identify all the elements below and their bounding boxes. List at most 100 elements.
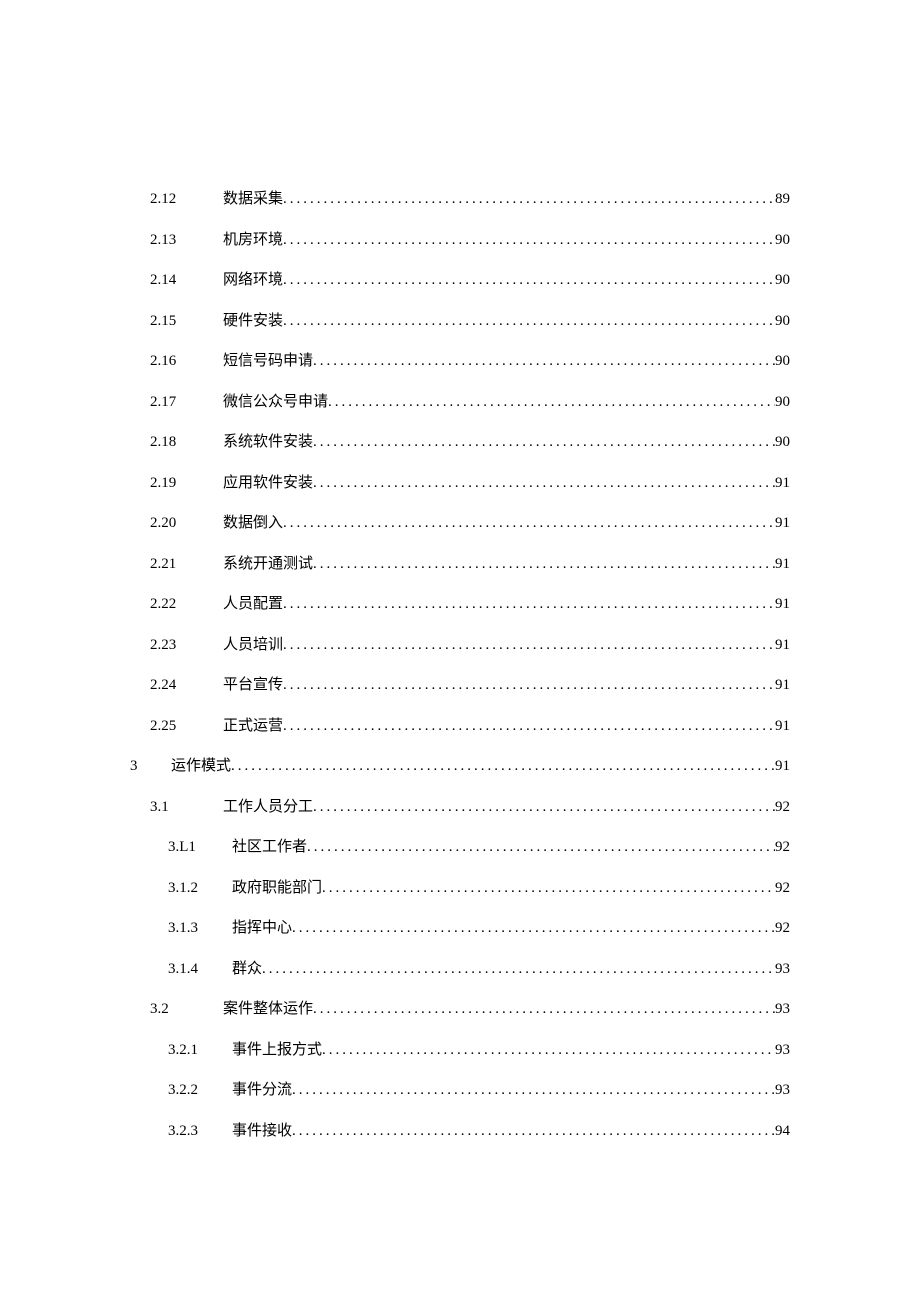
toc-page-number: 93 bbox=[775, 1041, 790, 1059]
toc-number: 3.1.3 bbox=[168, 919, 224, 937]
toc-number: 3.2 bbox=[150, 1000, 198, 1018]
toc-leader-dots bbox=[292, 1122, 775, 1140]
toc-number: 3.1.4 bbox=[168, 960, 224, 978]
toc-leader-dots bbox=[262, 960, 775, 978]
toc-page-number: 92 bbox=[775, 919, 790, 937]
toc-page-number: 91 bbox=[775, 555, 790, 573]
toc-number: 2.24 bbox=[150, 676, 198, 694]
toc-entry: 3.L1 社区工作者 92 bbox=[130, 838, 790, 856]
toc-page-number: 92 bbox=[775, 879, 790, 897]
toc-page-number: 90 bbox=[775, 352, 790, 370]
toc-title: 应用软件安装 bbox=[223, 474, 313, 492]
toc-title: 事件上报方式 bbox=[232, 1041, 322, 1059]
toc-page-number: 91 bbox=[775, 676, 790, 694]
toc-page-number: 91 bbox=[775, 717, 790, 735]
toc-leader-dots bbox=[322, 879, 775, 897]
toc-title: 社区工作者 bbox=[232, 838, 307, 856]
toc-number: 3.1.2 bbox=[168, 879, 224, 897]
toc-page-number: 91 bbox=[775, 757, 790, 775]
toc-page-number: 90 bbox=[775, 312, 790, 330]
toc-leader-dots bbox=[283, 271, 775, 289]
toc-number: 3 bbox=[130, 757, 155, 775]
toc-number: 3.2.1 bbox=[168, 1041, 224, 1059]
toc-title: 正式运营 bbox=[223, 717, 283, 735]
table-of-contents: 2.12数据采集892.13机房环境902.14网络环境902.15硬件安装90… bbox=[130, 190, 790, 1140]
toc-title: 数据采集 bbox=[223, 190, 283, 208]
toc-entry: 2.12 数据采集 89 bbox=[130, 190, 790, 208]
toc-number: 2.12 bbox=[150, 190, 198, 208]
toc-page-number: 91 bbox=[775, 595, 790, 613]
toc-page-number: 89 bbox=[775, 190, 790, 208]
toc-entry: 3.2.2事件分流93 bbox=[130, 1081, 790, 1099]
toc-leader-dots bbox=[283, 676, 775, 694]
toc-title: 案件整体运作 bbox=[223, 1000, 313, 1018]
toc-page-number: 92 bbox=[775, 838, 790, 856]
toc-page-number: 90 bbox=[775, 231, 790, 249]
toc-number: 2.23 bbox=[150, 636, 198, 654]
toc-leader-dots bbox=[328, 393, 775, 411]
toc-title: 政府职能部门 bbox=[232, 879, 322, 897]
toc-number: 3.1 bbox=[150, 798, 198, 816]
toc-number: 2.20 bbox=[150, 514, 198, 532]
toc-title: 工作人员分工 bbox=[223, 798, 313, 816]
toc-leader-dots bbox=[322, 1041, 775, 1059]
toc-title: 平台宣传 bbox=[223, 676, 283, 694]
toc-title: 事件接收 bbox=[232, 1122, 292, 1140]
toc-entry: 2.18 系统软件安装 90 bbox=[130, 433, 790, 451]
toc-leader-dots bbox=[313, 555, 775, 573]
toc-entry: 2.15硬件安装90 bbox=[130, 312, 790, 330]
toc-number: 2.13 bbox=[150, 231, 198, 249]
toc-page-number: 90 bbox=[775, 393, 790, 411]
toc-page-number: 93 bbox=[775, 1000, 790, 1018]
toc-number: 3.L1 bbox=[168, 838, 224, 856]
toc-entry: 2.23 人员培训 91 bbox=[130, 636, 790, 654]
toc-leader-dots bbox=[283, 312, 775, 330]
toc-title: 人员培训 bbox=[223, 636, 283, 654]
toc-title: 事件分流 bbox=[232, 1081, 292, 1099]
toc-title: 数据倒入 bbox=[223, 514, 283, 532]
toc-page-number: 91 bbox=[775, 514, 790, 532]
toc-entry: 3.1.2 政府职能部门 92 bbox=[130, 879, 790, 897]
toc-entry: 3.2.1 事件上报方式 93 bbox=[130, 1041, 790, 1059]
toc-page-number: 93 bbox=[775, 960, 790, 978]
toc-leader-dots bbox=[292, 919, 775, 937]
toc-number: 2.22 bbox=[150, 595, 198, 613]
toc-number: 2.17 bbox=[150, 393, 198, 411]
toc-number: 2.18 bbox=[150, 433, 198, 451]
toc-number: 2.21 bbox=[150, 555, 198, 573]
toc-leader-dots bbox=[283, 595, 775, 613]
toc-number: 3.2.3 bbox=[168, 1122, 224, 1140]
toc-leader-dots bbox=[283, 514, 775, 532]
toc-page-number: 90 bbox=[775, 271, 790, 289]
toc-entry: 2.24 平台宣传 91 bbox=[130, 676, 790, 694]
toc-leader-dots bbox=[283, 190, 775, 208]
toc-entry: 3 运作模式 91 bbox=[130, 757, 790, 775]
toc-title: 系统开通测试 bbox=[223, 555, 313, 573]
toc-entry: 2.19应用软件安装91 bbox=[130, 474, 790, 492]
toc-page-number: 91 bbox=[775, 636, 790, 654]
toc-entry: 3.2.3事件接收94 bbox=[130, 1122, 790, 1140]
toc-page-number: 93 bbox=[775, 1081, 790, 1099]
toc-entry: 3.1.4群众93 bbox=[130, 960, 790, 978]
toc-entry: 3.2 案件整体运作 93 bbox=[130, 1000, 790, 1018]
toc-leader-dots bbox=[313, 1000, 775, 1018]
toc-leader-dots bbox=[307, 838, 775, 856]
toc-entry: 2.22人员配置91 bbox=[130, 595, 790, 613]
toc-leader-dots bbox=[313, 798, 775, 816]
toc-title: 运作模式 bbox=[171, 757, 231, 775]
toc-page-number: 91 bbox=[775, 474, 790, 492]
toc-entry: 2.17 微信公众号申请 90 bbox=[130, 393, 790, 411]
toc-entry: 2.16短信号码申请90 bbox=[130, 352, 790, 370]
toc-entry: 2.21 系统开通测试 91 bbox=[130, 555, 790, 573]
toc-leader-dots bbox=[283, 231, 775, 249]
toc-entry: 2.14网络环境90 bbox=[130, 271, 790, 289]
toc-page-number: 90 bbox=[775, 433, 790, 451]
toc-title: 系统软件安装 bbox=[223, 433, 313, 451]
toc-leader-dots bbox=[313, 433, 775, 451]
toc-leader-dots bbox=[292, 1081, 775, 1099]
toc-entry: 3.1.3指挥中心92 bbox=[130, 919, 790, 937]
toc-number: 2.16 bbox=[150, 352, 198, 370]
toc-leader-dots bbox=[283, 717, 775, 735]
toc-leader-dots bbox=[283, 636, 775, 654]
toc-title: 微信公众号申请 bbox=[223, 393, 328, 411]
